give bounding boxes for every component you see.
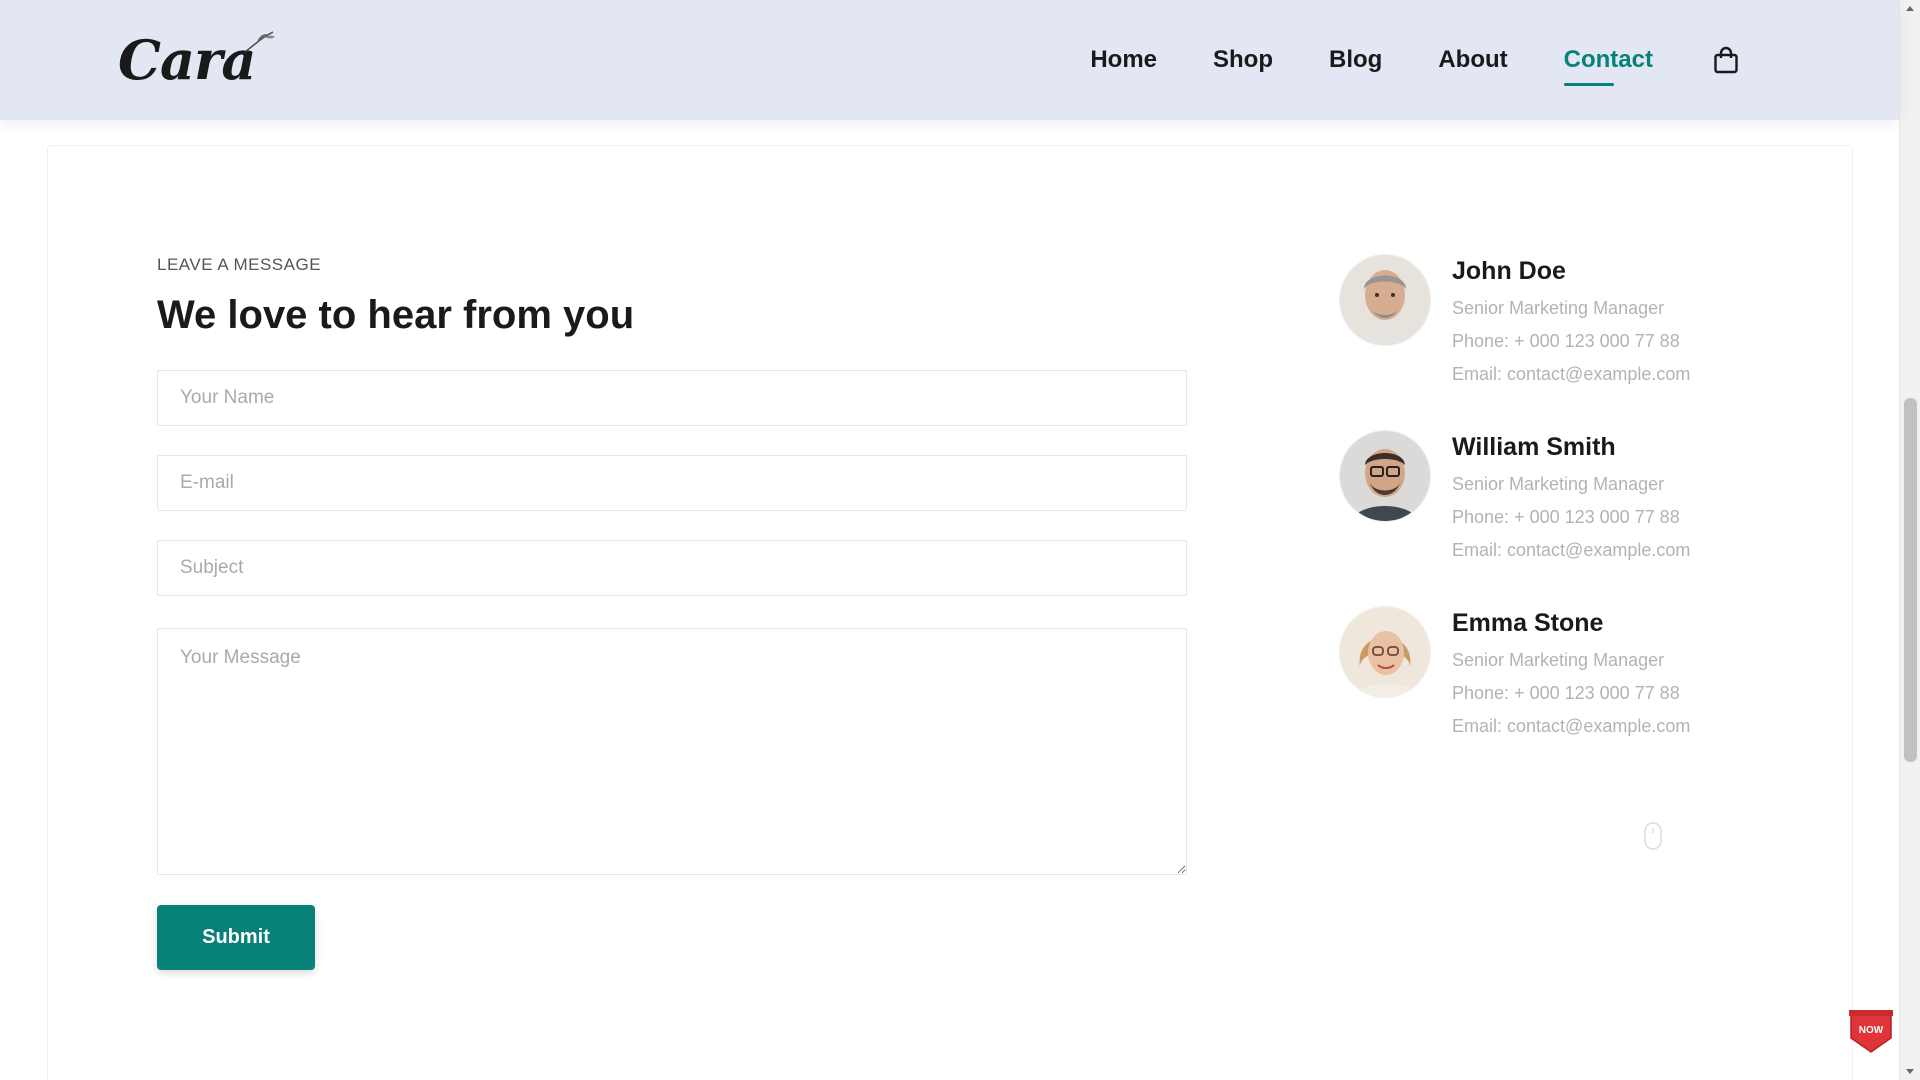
logo[interactable]: Cara [118, 28, 276, 92]
avatar [1340, 431, 1430, 521]
scroll-up-icon[interactable] [1906, 6, 1914, 11]
woman-portrait-icon [1340, 607, 1430, 697]
message-form: LEAVE A MESSAGE We love to hear from you… [157, 255, 1187, 970]
subscribe-badge[interactable]: NOW [1849, 1008, 1893, 1054]
contact-name: John Doe [1452, 257, 1566, 285]
mouse-cursor-icon [1644, 822, 1662, 850]
man-portrait-icon [1340, 255, 1430, 345]
contacts-list: John Doe Senior Marketing Manager Phone:… [1340, 255, 1820, 783]
site-header: Cara Home Shop Blog About Contact [0, 0, 1899, 120]
contact-person: William Smith Senior Marketing Manager P… [1340, 431, 1820, 607]
man-glasses-portrait-icon [1340, 431, 1430, 521]
logo-text: Cara [118, 28, 256, 92]
contact-role: Senior Marketing Manager [1452, 650, 1665, 670]
nav-contact[interactable]: Contact [1563, 38, 1653, 86]
leaf-icon [245, 31, 276, 53]
badge-label: NOW [1858, 1025, 1884, 1036]
contact-email: Email: contact@example.com [1452, 364, 1691, 384]
contact-phone: Phone: + 000 123 000 77 88 [1452, 507, 1680, 527]
nav-shop[interactable]: Shop [1213, 38, 1273, 82]
contact-person: Emma Stone Senior Marketing Manager Phon… [1340, 607, 1820, 783]
contact-info: William Smith Senior Marketing Manager P… [1452, 431, 1690, 561]
contact-info: John Doe Senior Marketing Manager Phone:… [1452, 255, 1690, 385]
avatar [1340, 255, 1430, 345]
scroll-thumb[interactable] [1904, 398, 1917, 762]
contact-email: Email: contact@example.com [1452, 540, 1691, 560]
shopping-bag-icon[interactable] [1713, 46, 1739, 74]
contact-phone: Phone: + 000 123 000 77 88 [1452, 683, 1680, 703]
contact-role: Senior Marketing Manager [1452, 474, 1665, 494]
contact-person: John Doe Senior Marketing Manager Phone:… [1340, 255, 1820, 431]
page-scrollbar[interactable] [1899, 0, 1920, 1080]
subject-input[interactable] [157, 540, 1187, 596]
form-title: We love to hear from you [157, 293, 635, 337]
message-textarea[interactable] [157, 628, 1187, 875]
nav-blog[interactable]: Blog [1329, 38, 1382, 82]
nav-home[interactable]: Home [1090, 38, 1157, 82]
submit-button[interactable]: Submit [157, 905, 315, 970]
name-input[interactable] [157, 370, 1187, 426]
contact-role: Senior Marketing Manager [1452, 298, 1665, 318]
email-input[interactable] [157, 455, 1187, 511]
contact-info: Emma Stone Senior Marketing Manager Phon… [1452, 607, 1690, 737]
nav-about[interactable]: About [1438, 38, 1507, 82]
contact-name: William Smith [1452, 433, 1616, 461]
form-eyebrow: LEAVE A MESSAGE [157, 255, 322, 274]
scroll-down-icon[interactable] [1906, 1069, 1914, 1074]
main-nav: Home Shop Blog About Contact [1090, 38, 1739, 86]
avatar [1340, 607, 1430, 697]
contact-phone: Phone: + 000 123 000 77 88 [1452, 331, 1680, 351]
contact-email: Email: contact@example.com [1452, 716, 1691, 736]
contact-name: Emma Stone [1452, 609, 1604, 637]
